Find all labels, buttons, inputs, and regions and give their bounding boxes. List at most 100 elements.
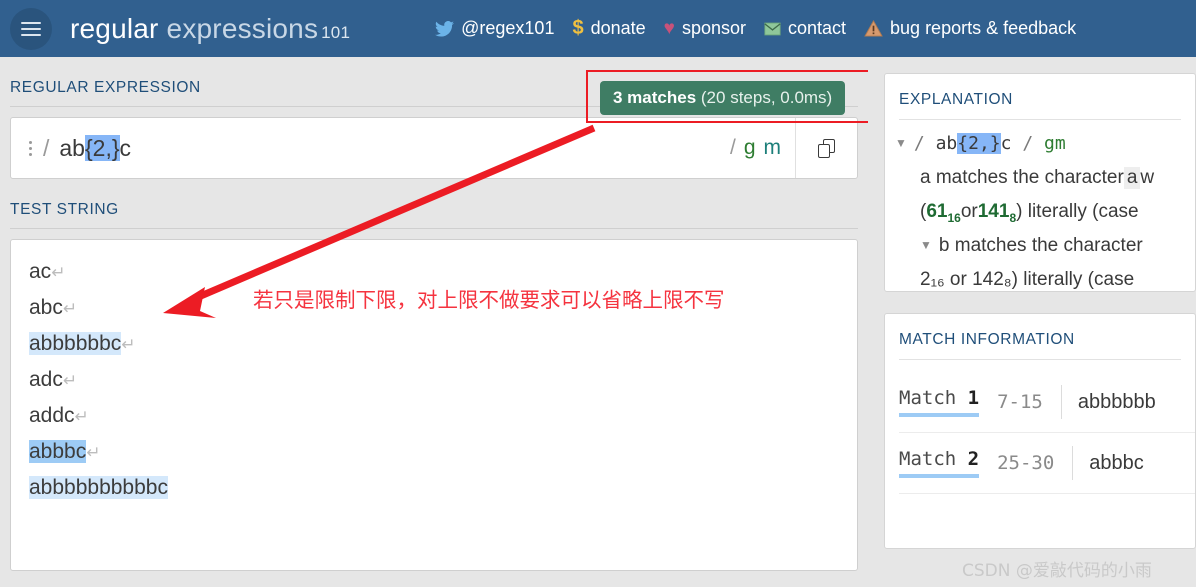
regex-flags[interactable]: / gm bbox=[730, 136, 795, 160]
exp-row-text: 2₁₆ or 142₈) literally (case bbox=[920, 269, 1135, 290]
regex-input-container[interactable]: / ab{2,}c / gm bbox=[10, 117, 858, 179]
match-count-badge: 3 matches (20 steps, 0.0ms) bbox=[600, 81, 846, 115]
nav-label-bug-reports: bug reports & feedback bbox=[890, 18, 1077, 38]
explanation-row: (6116 or 1418) literally (case bbox=[895, 201, 1195, 235]
twitter-icon bbox=[435, 20, 455, 37]
match-info-body: Match 1 7-15 abbbbbb Match 2 25-30 abbbc bbox=[885, 360, 1195, 494]
exp-char-chip: a bbox=[1123, 167, 1141, 189]
dollar-icon: $ bbox=[572, 17, 584, 39]
hamburger-menu-icon[interactable] bbox=[10, 7, 52, 50]
exp-pattern-highlight: {2,} bbox=[957, 133, 1001, 154]
regex-input[interactable]: ab{2,}c bbox=[59, 134, 730, 162]
heart-icon: ♥ bbox=[663, 17, 675, 39]
test-line-text: abc bbox=[29, 296, 63, 319]
nav-label-sponsor: sponsor bbox=[681, 18, 746, 38]
match-label: Match 1 bbox=[899, 387, 980, 417]
explanation-panel: EXPLANATION ▼ / ab{2,}c / gm a matches t… bbox=[884, 73, 1196, 292]
chevron-down-icon[interactable]: ▼ bbox=[920, 238, 932, 252]
app-header: regular expressions 101 @regex101 $ donat… bbox=[0, 0, 1196, 57]
flag-global: g bbox=[743, 136, 756, 159]
match-information-panel: MATCH INFORMATION Match 1 7-15 abbbbbb M… bbox=[884, 313, 1196, 549]
match-value: abbbbbb bbox=[1077, 390, 1156, 413]
newline-icon: ↵ bbox=[74, 407, 89, 426]
explanation-row-clipped: 2₁₆ or 142₈) literally (case bbox=[895, 269, 1195, 291]
match-info-row[interactable]: Match 1 7-15 abbbbbb bbox=[885, 372, 1195, 432]
exp-oct-value: 1418 bbox=[977, 201, 1017, 225]
newline-icon: ↵ bbox=[62, 299, 78, 318]
newline-icon: ↵ bbox=[86, 443, 101, 462]
exp-row-text: b matches the character bbox=[938, 235, 1143, 256]
newline-icon: ↵ bbox=[121, 335, 136, 354]
match-info-row[interactable]: Match 2 25-30 abbbc bbox=[885, 433, 1195, 493]
nav-item-contact[interactable]: contact bbox=[764, 18, 846, 39]
mail-icon bbox=[764, 22, 781, 36]
chevron-down-icon[interactable]: ▼ bbox=[895, 136, 907, 150]
match-row-divider bbox=[899, 493, 1195, 494]
regex-pattern-suffix: c bbox=[119, 134, 132, 161]
explanation-row[interactable]: ▼ b matches the character bbox=[895, 235, 1195, 269]
match-count-text: 3 matches bbox=[613, 88, 697, 107]
left-column: REGULAR EXPRESSION / ab{2,}c / gm TEST S… bbox=[0, 57, 868, 587]
nav-item-twitter[interactable]: @regex101 bbox=[435, 18, 554, 39]
right-column: EXPLANATION ▼ / ab{2,}c / gm a matches t… bbox=[868, 57, 1196, 587]
regex-open-delimiter: / bbox=[43, 134, 50, 161]
warning-icon bbox=[864, 20, 883, 37]
watermark: CSDN @爱敲代码的小雨 bbox=[962, 561, 1152, 581]
match-value: abbbc bbox=[1089, 451, 1144, 474]
exp-text-b: w bbox=[1140, 167, 1155, 188]
nav-item-sponsor[interactable]: ♥ sponsor bbox=[664, 18, 746, 40]
regex-pattern-highlight: {2,} bbox=[84, 134, 120, 161]
brand-bold: regular bbox=[70, 12, 159, 44]
exp-or: or bbox=[960, 201, 978, 222]
copy-regex-button[interactable] bbox=[795, 118, 857, 178]
match-range: 25-30 bbox=[997, 452, 1055, 474]
flag-multiline: m bbox=[763, 136, 782, 159]
hamburger-icon bbox=[21, 18, 41, 40]
test-string-line[interactable]: abbbc↵ bbox=[11, 434, 857, 470]
exp-hex-value: 6116 bbox=[926, 201, 961, 225]
newline-icon: ↵ bbox=[62, 371, 78, 390]
test-line-text: ac bbox=[29, 260, 52, 283]
annotation-text: 若只是限制下限，对上限不做要求可以省略上限不写 bbox=[253, 288, 725, 312]
nav-label-donate: donate bbox=[590, 18, 646, 38]
nav-item-donate[interactable]: $ donate bbox=[572, 17, 645, 40]
exp-pattern-suffix: c bbox=[1000, 133, 1012, 154]
site-logo[interactable]: regular expressions 101 bbox=[70, 13, 350, 45]
copy-icon bbox=[818, 138, 835, 158]
match-label: Match 2 bbox=[899, 448, 980, 478]
nav-label-twitter: @regex101 bbox=[461, 18, 555, 38]
exp-slash-close: / bbox=[1022, 133, 1034, 154]
explanation-title: EXPLANATION bbox=[899, 91, 1013, 108]
test-string-line[interactable]: adc↵ bbox=[11, 362, 857, 398]
match-highlight[interactable]: abbbbbbbbbbc bbox=[29, 476, 168, 499]
explanation-row: a matches the character a w bbox=[895, 167, 1195, 201]
exp-tail: ) literally (case bbox=[1016, 201, 1139, 222]
exp-text-a: a matches the character bbox=[920, 167, 1124, 188]
explanation-header-row[interactable]: ▼ / ab{2,}c / gm bbox=[895, 133, 1195, 167]
test-string-title: TEST STRING bbox=[10, 201, 119, 218]
nav-item-bug-reports[interactable]: bug reports & feedback bbox=[864, 18, 1076, 39]
regex-pattern-prefix: ab bbox=[59, 134, 85, 161]
match-row-separator bbox=[1060, 385, 1062, 419]
test-section-divider bbox=[10, 228, 858, 229]
header-nav: @regex101 $ donate ♥ sponsor contact bug… bbox=[435, 17, 1196, 40]
explanation-body: ▼ / ab{2,}c / gm a matches the character… bbox=[885, 120, 1195, 291]
test-string-line[interactable]: abbbbbbbbbbc bbox=[11, 470, 857, 506]
match-range: 7-15 bbox=[997, 391, 1043, 413]
test-line-text: addc bbox=[29, 404, 75, 427]
newline-icon: ↵ bbox=[51, 263, 66, 282]
exp-flags: gm bbox=[1044, 133, 1066, 154]
test-string-line[interactable]: abbbbbbc↵ bbox=[11, 326, 857, 362]
match-information-title: MATCH INFORMATION bbox=[899, 331, 1075, 348]
test-line-text: adc bbox=[29, 368, 63, 391]
match-highlight-active[interactable]: abbbc bbox=[29, 440, 87, 463]
exp-pattern-prefix: ab bbox=[935, 133, 958, 154]
brand-light: expressions bbox=[166, 12, 319, 44]
match-row-separator bbox=[1072, 446, 1074, 480]
regex-close-delimiter: / bbox=[729, 136, 736, 159]
exp-slash-open: / bbox=[913, 133, 925, 154]
match-highlight[interactable]: abbbbbbc bbox=[29, 332, 122, 355]
vertical-dots-icon[interactable] bbox=[17, 140, 43, 156]
test-string-line[interactable]: addc↵ bbox=[11, 398, 857, 434]
nav-label-contact: contact bbox=[787, 18, 847, 38]
